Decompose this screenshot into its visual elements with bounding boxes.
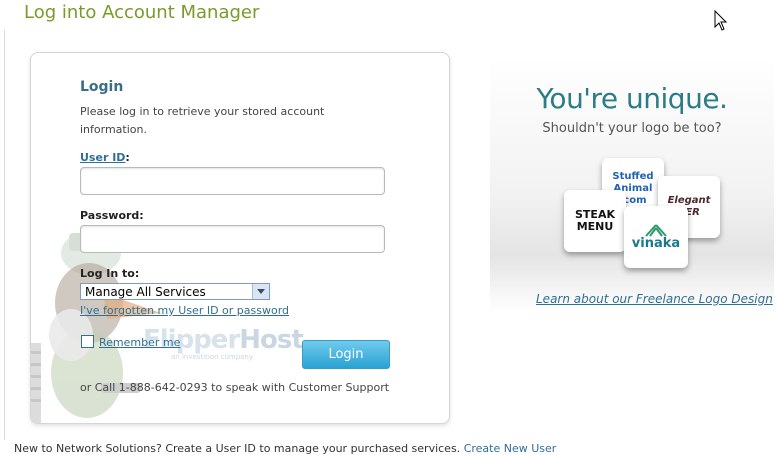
brand-watermark-tagline: an investition company (171, 353, 254, 361)
page-title: Log into Account Manager (24, 2, 260, 23)
login-to-select[interactable]: Manage All Services (80, 283, 270, 300)
user-id-input[interactable] (80, 167, 385, 195)
user-id-help-link[interactable]: User ID (80, 151, 125, 164)
remember-me-label[interactable]: Remember me (99, 336, 180, 349)
forgot-credentials-link[interactable]: I've forgotten my User ID or password (80, 304, 289, 317)
ad-logo-tile-text: STEAK MENU (575, 208, 615, 233)
brand-watermark-part2: Host (239, 325, 304, 355)
footer-message: New to Network Solutions? Create a User … (14, 442, 464, 455)
login-button[interactable]: Login (302, 340, 390, 369)
remember-me-checkbox[interactable] (81, 335, 94, 348)
support-phone-text: or Call 1-888-642-0293 to speak with Cus… (80, 381, 390, 394)
user-id-colon: : (125, 151, 130, 164)
user-id-label: User ID: (80, 151, 130, 164)
login-to-label: Log In to: (80, 267, 140, 280)
password-label: Password: (80, 209, 144, 222)
login-intro-text: Please log in to retrieve your stored ac… (80, 105, 325, 136)
mouse-cursor-icon (714, 10, 728, 31)
page-divider (4, 30, 5, 440)
login-panel: FlipperHost an investition company Login… (30, 52, 450, 424)
create-new-user-link[interactable]: Create New User (464, 442, 557, 455)
login-to-selected-value: Manage All Services (85, 285, 206, 299)
password-input[interactable] (80, 225, 385, 253)
footer-text: New to Network Solutions? Create a User … (14, 442, 774, 455)
ad-logo-tile: vinaka (624, 206, 688, 268)
ad-headline: You're unique. (536, 82, 728, 115)
chevron-down-icon[interactable] (252, 284, 269, 299)
logo-design-ad[interactable]: You're unique. Shouldn't your logo be to… (490, 54, 774, 312)
freelance-logo-design-link[interactable]: Learn about our Freelance Logo Design (536, 292, 773, 306)
login-heading: Login (80, 79, 124, 95)
ad-logo-tile-text: vinaka (631, 236, 681, 251)
ad-logo-tile: STEAK MENU (564, 190, 626, 252)
ad-subline: Shouldn't your logo be too? (542, 121, 722, 136)
